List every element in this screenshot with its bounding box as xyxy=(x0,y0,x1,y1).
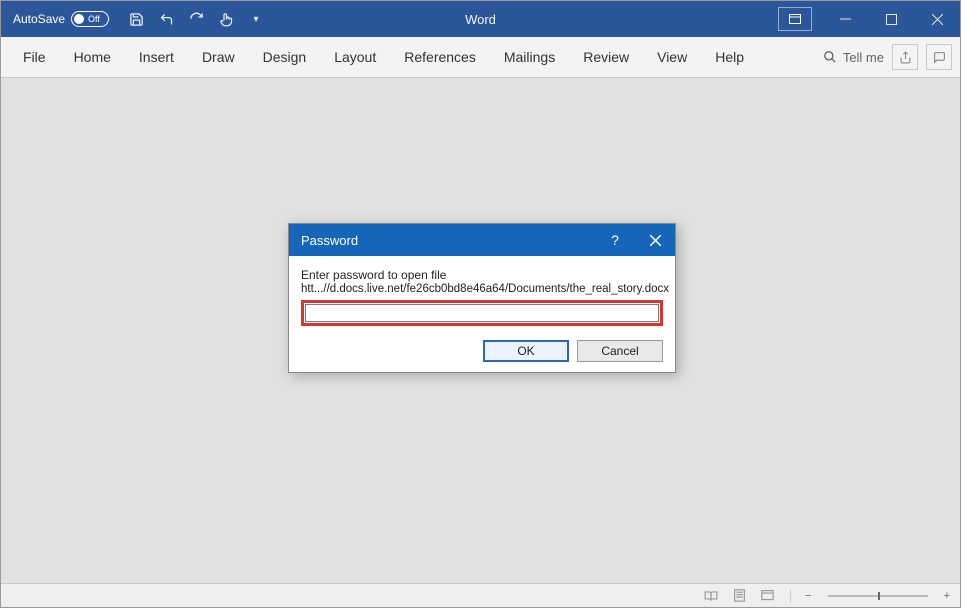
cancel-button[interactable]: Cancel xyxy=(577,340,663,362)
tab-home[interactable]: Home xyxy=(60,37,125,77)
autosave-label: AutoSave xyxy=(13,12,65,26)
close-icon xyxy=(650,235,661,246)
customize-qat-icon[interactable]: ▾ xyxy=(247,10,265,28)
dialog-titlebar[interactable]: Password ? xyxy=(289,224,675,256)
autosave-switch[interactable]: Off xyxy=(71,11,109,27)
print-layout-icon[interactable] xyxy=(730,587,748,605)
tab-layout[interactable]: Layout xyxy=(320,37,390,77)
share-button[interactable] xyxy=(892,44,918,70)
ribbon-right: Tell me xyxy=(823,44,952,70)
dialog-close-button[interactable] xyxy=(635,224,675,256)
dialog-prompt: Enter password to open file xyxy=(301,268,663,282)
ribbon-tabs: File Home Insert Draw Design Layout Refe… xyxy=(1,37,960,78)
dialog-titlebar-right: ? xyxy=(595,224,675,256)
titlebar: AutoSave Off ▾ Word xyxy=(1,1,960,37)
tell-me-search[interactable]: Tell me xyxy=(823,50,884,65)
tab-file[interactable]: File xyxy=(9,37,60,77)
password-dialog: Password ? Enter password to open file h… xyxy=(288,223,676,373)
password-field-highlight xyxy=(301,300,663,326)
share-icon xyxy=(899,51,912,64)
dialog-buttons: OK Cancel xyxy=(301,340,663,362)
maximize-button[interactable] xyxy=(868,1,914,37)
app-title: Word xyxy=(465,12,496,27)
redo-icon[interactable] xyxy=(187,10,205,28)
dialog-file-path: htt...//d.docs.live.net/fe26cb0bd8e46a64… xyxy=(301,283,663,295)
help-icon: ? xyxy=(611,232,619,248)
search-icon xyxy=(823,50,837,64)
comment-icon xyxy=(933,51,946,64)
undo-icon[interactable] xyxy=(157,10,175,28)
titlebar-left: AutoSave Off ▾ xyxy=(1,10,265,28)
toggle-dot-icon xyxy=(74,14,84,24)
touch-mode-icon[interactable] xyxy=(217,10,235,28)
tab-draw[interactable]: Draw xyxy=(188,37,249,77)
zoom-out-button[interactable]: − xyxy=(805,590,811,602)
titlebar-right xyxy=(778,1,960,37)
save-icon[interactable] xyxy=(127,10,145,28)
dialog-body: Enter password to open file htt...//d.do… xyxy=(289,256,675,372)
password-input[interactable] xyxy=(305,304,659,322)
tab-mailings[interactable]: Mailings xyxy=(490,37,569,77)
minimize-button[interactable] xyxy=(822,1,868,37)
autosave-toggle[interactable]: AutoSave Off xyxy=(13,11,109,27)
read-mode-icon[interactable] xyxy=(702,587,720,605)
tab-review[interactable]: Review xyxy=(569,37,643,77)
ribbon-display-options-icon[interactable] xyxy=(778,7,812,31)
dialog-help-button[interactable]: ? xyxy=(595,224,635,256)
separator xyxy=(790,589,791,603)
zoom-slider-thumb[interactable] xyxy=(878,592,880,600)
web-layout-icon[interactable] xyxy=(758,587,776,605)
tab-view[interactable]: View xyxy=(643,37,701,77)
quick-access-toolbar: ▾ xyxy=(127,10,265,28)
ok-button[interactable]: OK xyxy=(483,340,569,362)
tab-references[interactable]: References xyxy=(390,37,490,77)
tab-help[interactable]: Help xyxy=(701,37,758,77)
tab-design[interactable]: Design xyxy=(249,37,321,77)
dialog-title: Password xyxy=(301,233,358,248)
zoom-in-button[interactable]: + xyxy=(944,590,950,602)
autosave-state: Off xyxy=(88,14,100,24)
statusbar: − + xyxy=(1,583,960,607)
comments-button[interactable] xyxy=(926,44,952,70)
tab-insert[interactable]: Insert xyxy=(125,37,188,77)
zoom-slider[interactable] xyxy=(828,595,928,597)
tell-me-label: Tell me xyxy=(843,50,884,65)
close-button[interactable] xyxy=(914,1,960,37)
